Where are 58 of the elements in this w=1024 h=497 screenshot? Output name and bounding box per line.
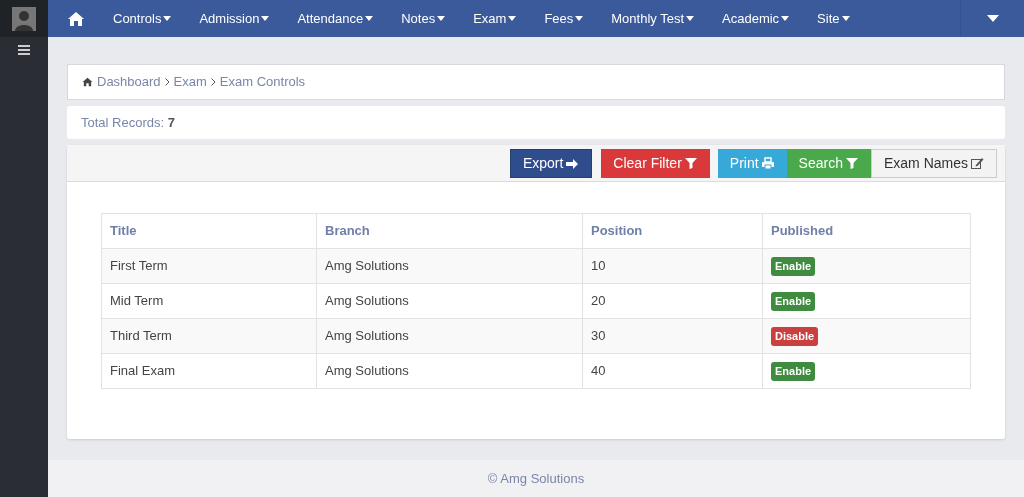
status-badge: Enable: [771, 257, 816, 276]
caret-icon: [365, 16, 374, 21]
nav-menu-item[interactable]: Fees: [530, 8, 598, 29]
table-cell: Mid Term: [101, 283, 317, 319]
current-page-label: Exam Controls: [219, 73, 306, 92]
table-cell: Third Term: [101, 318, 317, 354]
caret-icon: [686, 16, 695, 21]
home-icon: [82, 77, 93, 87]
export-button[interactable]: Export: [509, 148, 593, 178]
table-cell: First Term: [101, 248, 317, 284]
column-header: Branch: [316, 213, 583, 249]
edit-icon: [971, 156, 984, 170]
caret-icon: [437, 16, 446, 21]
table-cell: Final Exam: [101, 353, 317, 389]
arrow-icon: [566, 156, 580, 170]
status-badge: Enable: [771, 292, 816, 311]
table-cell: 40: [582, 353, 763, 389]
table-cell: Amg Solutions: [316, 248, 583, 284]
table-cell: Amg Solutions: [316, 318, 583, 354]
nav-menu-item[interactable]: Monthly Test: [597, 8, 709, 29]
column-header: Position: [582, 213, 763, 249]
caret-icon[interactable]: [986, 15, 999, 22]
table-cell: Amg Solutions: [316, 283, 583, 319]
nav-menu-item[interactable]: Exam: [459, 8, 531, 29]
table-cell: 30: [582, 318, 763, 354]
nav-menu-item[interactable]: Admission: [185, 8, 284, 29]
caret-icon: [781, 16, 790, 21]
caret-icon: [841, 16, 850, 21]
exam-names-button[interactable]: Exam Names: [870, 148, 997, 178]
printer-icon: [761, 156, 775, 170]
column-header: Published: [762, 213, 971, 249]
table-cell: 10: [582, 248, 763, 284]
caret-icon: [163, 16, 172, 21]
total-records-text: Total Records: 7: [81, 113, 175, 132]
nav-menu-item[interactable]: Site: [803, 8, 864, 29]
column-header: Title: [101, 213, 317, 249]
table-cell: Amg Solutions: [316, 353, 583, 389]
nav-menu-item[interactable]: Notes: [387, 8, 460, 29]
status-badge: Enable: [771, 362, 816, 381]
nav-menu-item[interactable]: Controls: [99, 8, 186, 29]
chevron-icon: [164, 78, 170, 86]
caret-icon: [575, 16, 584, 21]
breadcrumb-link[interactable]: Exam: [173, 72, 207, 92]
nav-menu-item[interactable]: Attendance: [283, 8, 388, 29]
table-cell: 20: [582, 283, 763, 319]
caret-icon: [508, 16, 517, 21]
filter-icon: [684, 156, 698, 170]
footer-text: © Amg Solutions: [487, 469, 585, 488]
clear-button[interactable]: Clear Filter: [601, 148, 710, 178]
filter-icon: [845, 156, 859, 170]
avatar-icon[interactable]: [12, 6, 36, 31]
status-badge: Disable: [771, 327, 819, 346]
breadcrumb-link[interactable]: Dashboard: [97, 72, 161, 92]
home-icon[interactable]: [67, 10, 85, 27]
caret-icon: [261, 16, 270, 21]
menu-icon[interactable]: [18, 45, 30, 55]
nav-menu-item[interactable]: Academic: [708, 8, 804, 29]
chevron-icon: [210, 78, 216, 86]
